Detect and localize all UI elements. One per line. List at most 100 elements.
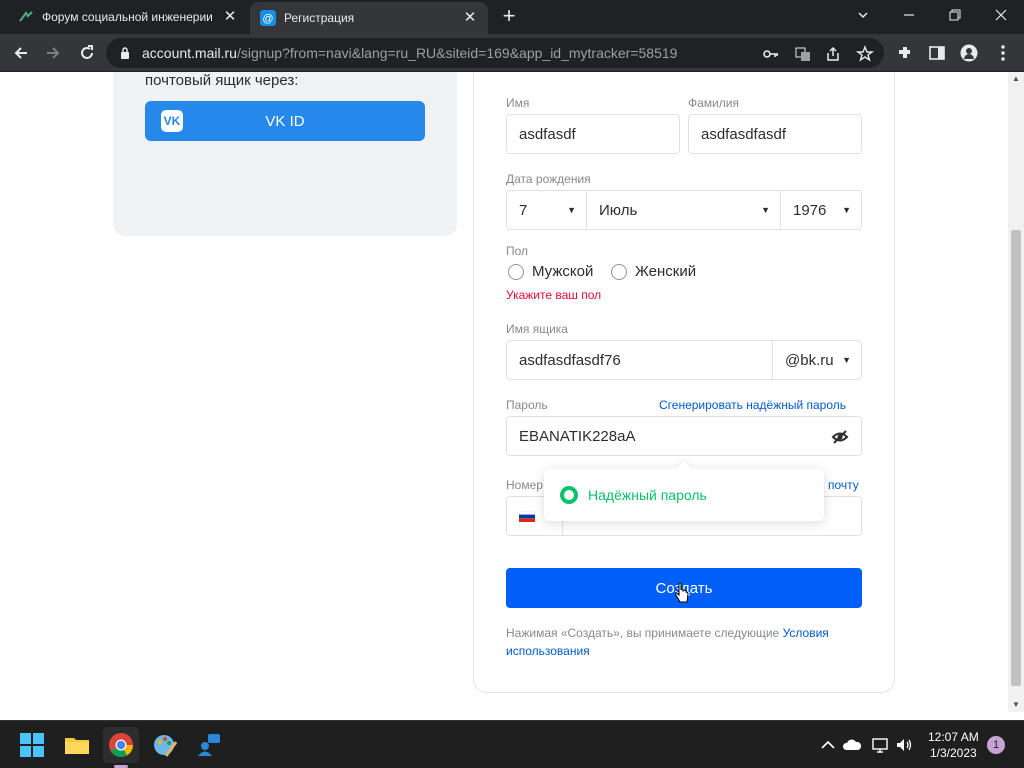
translate-icon[interactable] (794, 45, 812, 63)
start-button[interactable] (14, 727, 50, 763)
chrome-icon (109, 733, 133, 758)
chevron-down-icon: ▼ (842, 355, 851, 365)
radio-circle-icon (611, 263, 627, 280)
file-explorer-button[interactable] (59, 727, 95, 763)
restore-icon[interactable] (932, 0, 978, 30)
bookmark-star-icon[interactable] (856, 45, 874, 63)
profile-icon[interactable] (960, 44, 978, 62)
terms-text: Нажимая «Создать», вы принимаете следующ… (506, 624, 866, 660)
dob-day-value: 7 (519, 201, 528, 219)
password-value: EBANATIK228aA (519, 427, 636, 445)
mailbox-input[interactable]: asdfasdfasdf76 (506, 340, 773, 380)
network-icon[interactable] (870, 735, 890, 755)
close-window-icon[interactable] (978, 0, 1024, 30)
back-icon[interactable] (8, 40, 34, 66)
last-name-value: asdfasdfasdf (701, 125, 787, 143)
vk-id-button[interactable]: VK VK ID (145, 101, 425, 141)
gender-label: Пол (506, 244, 529, 258)
key-icon[interactable] (762, 45, 780, 63)
dob-month-select[interactable]: Июль ▼ (586, 190, 781, 230)
gender-male-radio[interactable]: Мужской (508, 263, 593, 280)
dob-month-value: Июль (599, 201, 638, 219)
page-scrollbar[interactable]: ▲ ▼ (1008, 72, 1024, 712)
share-icon[interactable] (824, 45, 842, 63)
browser-toolbar: account.mail.ru/signup?from=navi&lang=ru… (0, 34, 1024, 72)
use-email-link[interactable]: почту (828, 478, 859, 492)
password-label: Пароль (506, 398, 548, 412)
clock-time: 12:07 AM (928, 730, 979, 744)
scroll-down-icon[interactable]: ▼ (1008, 698, 1024, 712)
gender-female-radio[interactable]: Женский (611, 263, 696, 280)
menu-dots-icon[interactable] (994, 44, 1012, 62)
tab-search-icon[interactable] (840, 0, 886, 30)
scroll-up-icon[interactable]: ▲ (1008, 72, 1024, 86)
onedrive-cloud-icon[interactable] (842, 735, 862, 755)
vk-id-label: VK ID (265, 112, 305, 130)
address-bar[interactable]: account.mail.ru/signup?from=navi&lang=ru… (106, 38, 884, 68)
gender-female-label: Женский (635, 263, 697, 280)
first-name-value: asdfasdf (519, 125, 576, 143)
russia-flag-icon (519, 510, 535, 522)
notification-badge[interactable]: 1 (987, 736, 1005, 754)
svg-text:@: @ (262, 13, 273, 25)
gender-error-message: Укажите ваш пол (506, 288, 602, 302)
minimize-icon[interactable] (886, 0, 932, 30)
reload-icon[interactable] (74, 40, 100, 66)
extensions-icon[interactable] (896, 44, 914, 62)
last-name-input[interactable]: asdfasdfasdf (688, 114, 862, 154)
system-clock[interactable]: 12:07 AM 1/3/2023 (928, 729, 979, 761)
mailbox-value: asdfasdfasdf76 (519, 351, 621, 369)
last-name-label: Фамилия (688, 96, 739, 110)
folder-icon (65, 738, 89, 754)
tab-forum[interactable]: Форум социальной инженерии ✕ (8, 0, 248, 34)
mailbox-label: Имя ящика (506, 322, 568, 336)
windows-taskbar: 12:07 AM 1/3/2023 1 (0, 720, 1024, 768)
clock-date: 1/3/2023 (929, 746, 977, 760)
url-text: account.mail.ru/signup?from=navi&lang=ru… (142, 45, 678, 61)
eye-off-icon[interactable] (831, 428, 849, 446)
social-login-card (113, 72, 457, 236)
tab-title: Форум социальной инженерии (42, 10, 213, 24)
remote-app-button[interactable] (191, 727, 227, 763)
social-login-text: почтовый ящик через: (145, 72, 299, 89)
radio-circle-icon (508, 263, 524, 280)
chevron-down-icon: ▼ (567, 205, 576, 215)
palette-icon (154, 735, 178, 757)
first-name-label: Имя (506, 96, 530, 110)
strength-text: Надёжный пароль (588, 487, 707, 503)
terms-link[interactable]: Условия (783, 626, 829, 640)
tab-registration[interactable]: @ Регистрация ✕ (250, 2, 488, 34)
mail-at-favicon-icon: @ (260, 10, 276, 26)
first-name-input[interactable]: asdfasdf (506, 114, 680, 154)
domain-select[interactable]: @bk.ru ▼ (772, 340, 862, 380)
chevron-up-icon[interactable] (818, 735, 838, 755)
page-content: почтовый ящик через: VK VK ID Имя Фамили… (0, 72, 1008, 712)
tab-close-icon[interactable]: ✕ (462, 10, 478, 26)
paint-button[interactable] (147, 727, 183, 763)
forum-favicon-icon (19, 11, 33, 22)
chrome-button[interactable] (103, 727, 139, 763)
tab-close-icon[interactable]: ✕ (222, 9, 238, 25)
strength-ring-icon (560, 486, 578, 504)
gender-male-label: Мужской (532, 263, 594, 280)
tab-title: Регистрация (284, 11, 355, 25)
dob-year-value: 1976 (793, 201, 827, 219)
dob-day-select[interactable]: 7 ▼ (506, 190, 587, 230)
phone-label: Номер (506, 478, 543, 492)
forward-icon[interactable] (40, 40, 66, 66)
chevron-down-icon: ▼ (842, 205, 851, 215)
vk-logo-icon: VK (161, 110, 183, 132)
volume-icon[interactable] (894, 735, 914, 755)
support-chat-icon (198, 734, 220, 756)
terms-link-continued[interactable]: использования (506, 644, 590, 658)
browser-tabstrip: Форум социальной инженерии ✕ @ Регистрац… (0, 0, 1024, 34)
password-input[interactable]: EBANATIK228aA (506, 416, 862, 456)
password-strength-tooltip: Надёжный пароль (544, 469, 824, 521)
dob-year-select[interactable]: 1976 ▼ (780, 190, 862, 230)
chevron-down-icon: ▼ (761, 205, 770, 215)
scrollbar-thumb[interactable] (1011, 230, 1021, 686)
domain-value: @bk.ru (785, 351, 834, 369)
side-panel-icon[interactable] (928, 44, 946, 62)
generate-password-link[interactable]: Сгенерировать надёжный пароль (659, 398, 846, 412)
new-tab-icon[interactable]: + (498, 5, 520, 28)
